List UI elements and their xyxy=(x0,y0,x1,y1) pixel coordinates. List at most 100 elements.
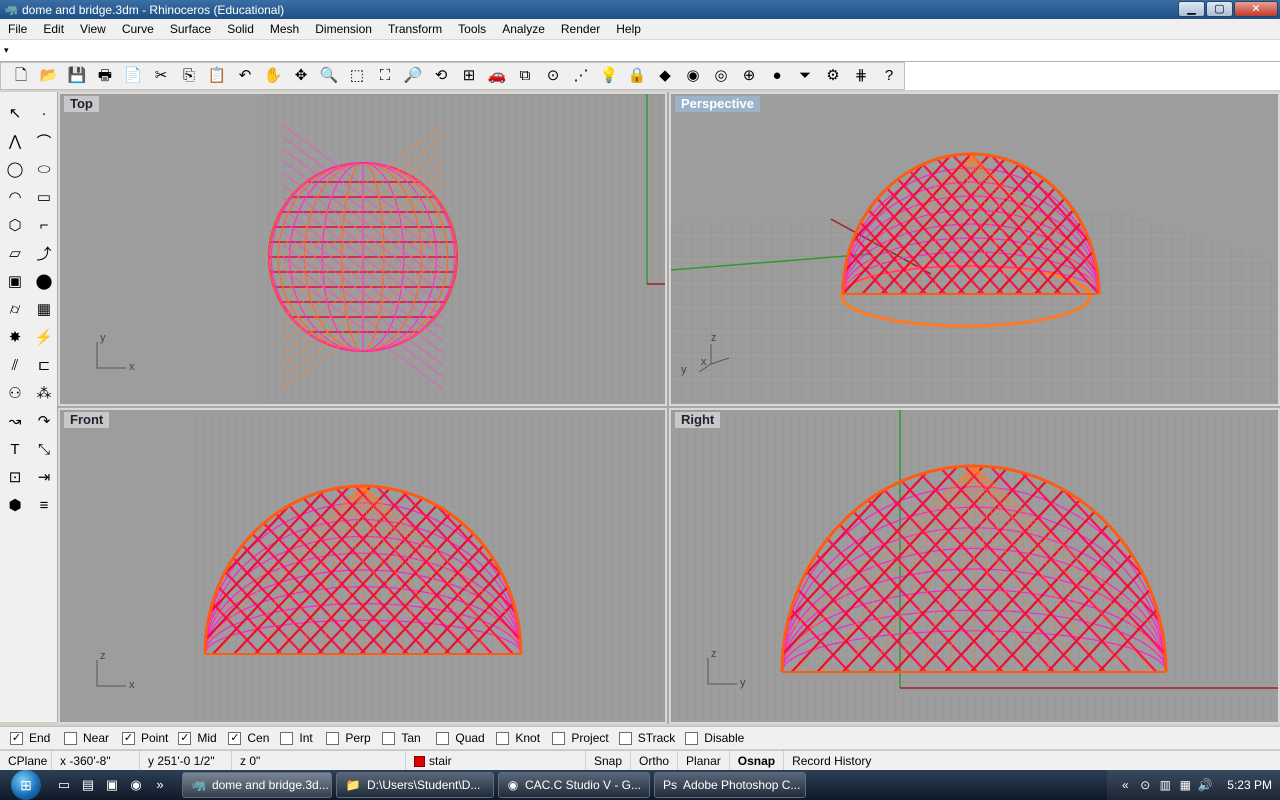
cylinder-tool-button[interactable]: ⌭ xyxy=(2,296,28,322)
status-ortho[interactable]: Ortho xyxy=(631,750,679,771)
pan-button[interactable]: ✋ xyxy=(259,63,287,89)
viewport-title-front[interactable]: Front xyxy=(64,412,110,428)
explode-tool-button[interactable]: ✸ xyxy=(2,324,28,350)
osnap-mid-checkbox[interactable]: ✓ xyxy=(178,731,192,745)
zoom-selected-button[interactable]: 🔎 xyxy=(399,63,427,89)
arc-tool-button[interactable]: ◠ xyxy=(2,184,28,210)
osnap-quad[interactable]: Quad xyxy=(436,731,486,745)
solid-tools-tool-button[interactable]: ⬢ xyxy=(2,492,28,518)
trim-tool-button[interactable]: ⚡ xyxy=(31,324,57,350)
grid-snap-button[interactable]: ⋕ xyxy=(847,63,875,89)
menu-analyze[interactable]: Analyze xyxy=(494,19,553,40)
menu-curve[interactable]: Curve xyxy=(114,19,162,40)
select-arrow-tool-button[interactable]: ↖ xyxy=(2,100,28,126)
filter-button[interactable]: ⏷ xyxy=(791,63,819,89)
osnap-knot[interactable]: Knot xyxy=(496,731,542,745)
viewport-title-right[interactable]: Right xyxy=(675,412,721,428)
media-icon[interactable]: ▣ xyxy=(101,774,123,796)
close-button[interactable]: ✕ xyxy=(1234,1,1278,17)
osnap-strack-checkbox[interactable] xyxy=(618,731,632,745)
menu-tools[interactable]: Tools xyxy=(450,19,494,40)
ghosted-button[interactable]: ⊕ xyxy=(735,63,763,89)
task-chrome-button[interactable]: ◉ CAC.C Studio V - G... xyxy=(498,772,650,798)
menu-view[interactable]: View xyxy=(72,19,114,40)
four-viewports-button[interactable]: ⊞ xyxy=(455,63,483,89)
import-button[interactable]: 📄 xyxy=(119,63,147,89)
circle-tool-button[interactable]: ◯ xyxy=(2,156,28,182)
start-button[interactable]: ⊞ xyxy=(0,770,52,800)
polygon-tool-button[interactable]: ⬡ xyxy=(2,212,28,238)
print-button[interactable]: 🖶 xyxy=(91,63,119,89)
boolean-tool-button[interactable]: ⬤ xyxy=(31,268,57,294)
minimize-button[interactable]: ▁ xyxy=(1178,1,1205,17)
viewport-front[interactable]: Front z x xyxy=(58,408,667,724)
menu-transform[interactable]: Transform xyxy=(380,19,450,40)
menu-surface[interactable]: Surface xyxy=(162,19,219,40)
osnap-end[interactable]: ✓ End xyxy=(10,731,54,745)
status-osnap[interactable]: Osnap xyxy=(730,750,785,771)
menu-render[interactable]: Render xyxy=(553,19,608,40)
osnap-strack[interactable]: STrack xyxy=(618,731,675,745)
show-hidden-icons-icon[interactable]: « xyxy=(1117,777,1133,793)
open-button[interactable]: 📂 xyxy=(35,63,63,89)
text-tool-button[interactable]: T xyxy=(2,436,28,462)
named-views-button[interactable]: ⧉ xyxy=(511,63,539,89)
cplane-button[interactable]: ⊙ xyxy=(539,63,567,89)
render-sphere-button[interactable]: ● xyxy=(763,63,791,89)
layer-button[interactable]: ◆ xyxy=(651,63,679,89)
wireframe-button[interactable]: ◎ xyxy=(707,63,735,89)
osnap-tan-checkbox[interactable] xyxy=(382,731,396,745)
osnap-quad-checkbox[interactable] xyxy=(436,731,450,745)
menu-mesh[interactable]: Mesh xyxy=(262,19,307,40)
viewport-title-perspective[interactable]: Perspective xyxy=(675,96,760,112)
maximize-button[interactable]: ▢ xyxy=(1206,1,1233,17)
show-desktop-icon[interactable]: ▭ xyxy=(53,774,75,796)
osnap-end-checkbox[interactable]: ✓ xyxy=(10,731,23,745)
surface-tool-button[interactable]: ▱ xyxy=(2,240,28,266)
lock-button[interactable]: 🔒 xyxy=(623,63,651,89)
osnap-tan[interactable]: Tan xyxy=(382,731,426,745)
status-layer[interactable]: stair xyxy=(406,750,586,771)
zoom-window-button[interactable]: ⬚ xyxy=(343,63,371,89)
menu-edit[interactable]: Edit xyxy=(35,19,72,40)
viewport-perspective[interactable]: Perspective z x y xyxy=(669,92,1280,406)
action-center-icon[interactable]: ▥ xyxy=(1157,777,1173,793)
options-button[interactable]: ⚙ xyxy=(819,63,847,89)
split-tool-button[interactable]: ⫽ xyxy=(2,352,28,378)
volume-icon[interactable]: 🔊 xyxy=(1197,777,1213,793)
menu-help[interactable]: Help xyxy=(608,19,649,40)
explorer-quick-icon[interactable]: ▤ xyxy=(77,774,99,796)
osnap-perp-checkbox[interactable] xyxy=(326,731,340,745)
paste-button[interactable]: 📋 xyxy=(203,63,231,89)
status-cplane[interactable]: CPlane xyxy=(0,750,52,771)
select-points-button[interactable]: ⋰ xyxy=(567,63,595,89)
viewport-top[interactable]: Top y x xyxy=(58,92,667,406)
task-explorer-button[interactable]: 📁 D:\Users\Student\D... xyxy=(336,772,494,798)
rhino-app-icon[interactable]: 🦏 xyxy=(4,4,18,16)
task-photoshop-button[interactable]: Ps Adobe Photoshop C... xyxy=(654,772,806,798)
viewport-right[interactable]: Right z y xyxy=(669,408,1280,724)
dimension-tool-button[interactable]: ⇥ xyxy=(31,464,57,490)
contour-tool-button[interactable]: ≡ xyxy=(31,492,57,518)
menu-solid[interactable]: Solid xyxy=(219,19,262,40)
join-tool-button[interactable]: ⊏ xyxy=(31,352,57,378)
osnap-project-checkbox[interactable] xyxy=(552,731,566,745)
chrome-quick-icon[interactable]: ◉ xyxy=(125,774,147,796)
menu-file[interactable]: File xyxy=(0,19,35,40)
curve-tool-button[interactable]: ⌒ xyxy=(31,128,57,154)
osnap-disable-checkbox[interactable] xyxy=(685,731,699,745)
mesh-tool-button[interactable]: ▦ xyxy=(31,296,57,322)
box-tool-button[interactable]: ▣ xyxy=(2,268,28,294)
offset-tool-button[interactable]: ↷ xyxy=(31,408,57,434)
display-icon[interactable]: ▦ xyxy=(1177,777,1193,793)
zoom-extents-button[interactable]: ⛶ xyxy=(371,63,399,89)
ellipse-tool-button[interactable]: ⬭ xyxy=(31,156,57,182)
undo-view-button[interactable]: ⟲ xyxy=(427,63,455,89)
cut-button[interactable]: ✂ xyxy=(147,63,175,89)
menu-dimension[interactable]: Dimension xyxy=(307,19,380,40)
osnap-disable[interactable]: Disable xyxy=(685,731,744,745)
osnap-cen-checkbox[interactable]: ✓ xyxy=(228,731,242,745)
light-button[interactable]: 💡 xyxy=(595,63,623,89)
osnap-mid[interactable]: ✓ Mid xyxy=(178,731,218,745)
network-icon[interactable]: ⊙ xyxy=(1137,777,1153,793)
